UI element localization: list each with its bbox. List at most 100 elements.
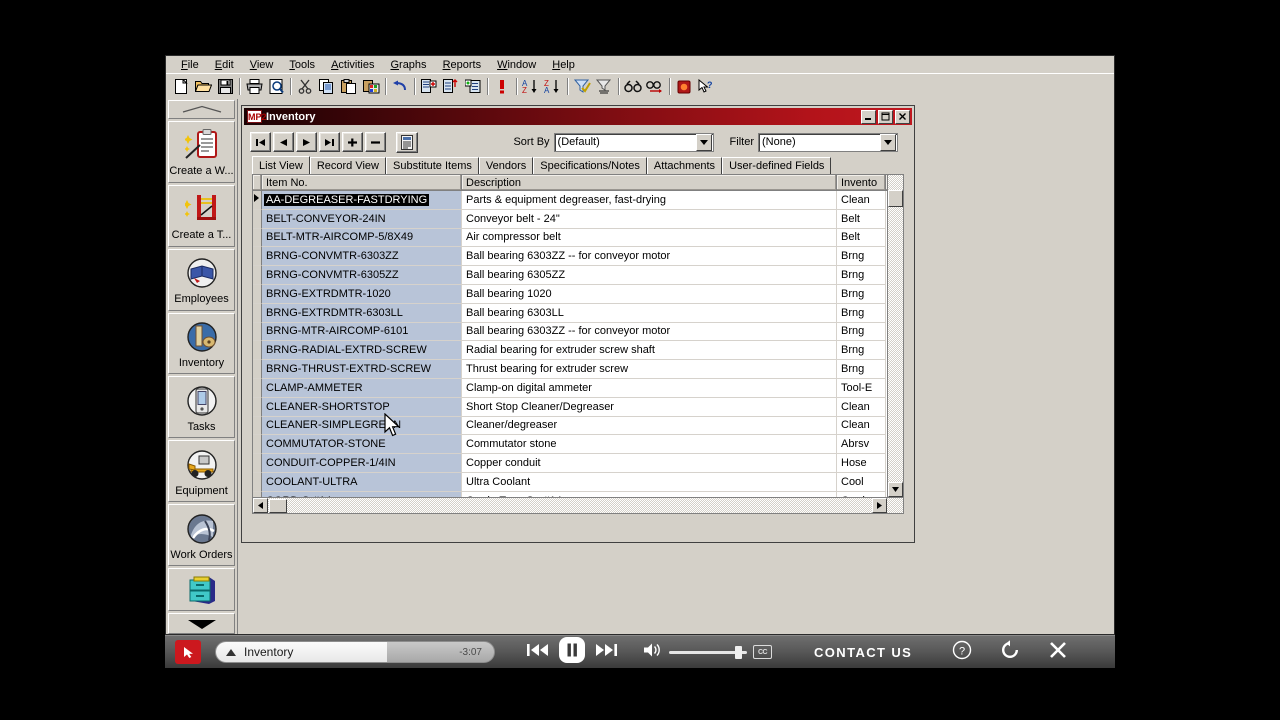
menu-reports[interactable]: Reports xyxy=(436,58,489,72)
cell-item-no[interactable]: CONDUIT-COPPER-1/4IN xyxy=(262,454,462,473)
row-marker-cell[interactable] xyxy=(253,191,262,210)
row-marker-cell[interactable] xyxy=(253,435,262,455)
table-row[interactable]: COOLANT-ULTRA Ultra Coolant Cool xyxy=(253,472,903,492)
cell-inventory-type[interactable]: Tool-E xyxy=(837,378,886,398)
table-row[interactable]: BRNG-THRUST-EXTRD-SCREW Thrust bearing fo… xyxy=(253,360,903,379)
tab-list-view[interactable]: List View xyxy=(252,156,310,174)
table-row[interactable]: CLEANER-SIMPLEGREEN Cleaner/degreaser Clea… xyxy=(253,416,903,436)
cell-item-no[interactable]: BRNG-RADIAL-EXTRD-SCREW xyxy=(262,341,462,361)
cell-inventory-type[interactable]: Brng xyxy=(837,284,886,304)
table-row[interactable]: CONDUIT-COPPER-1/4IN Copper conduit Hose xyxy=(253,454,903,473)
print-icon[interactable] xyxy=(243,76,265,97)
cell-description[interactable]: Ball bearing 1020 xyxy=(462,284,837,304)
cell-description[interactable]: Ball bearing 6305ZZ xyxy=(462,266,837,285)
cell-inventory-type[interactable]: Clean xyxy=(837,416,886,436)
filter-icon[interactable] xyxy=(571,76,593,97)
cell-description[interactable]: Cleaner/degreaser xyxy=(462,416,837,436)
notes-button[interactable] xyxy=(396,131,418,153)
cell-description[interactable]: Commutator stone xyxy=(462,435,837,455)
cell-description[interactable]: Ultra Coolant xyxy=(462,472,837,492)
cell-inventory-type[interactable]: Brng xyxy=(837,360,886,379)
cell-item-no[interactable]: CLAMP-AMMETER xyxy=(262,378,462,398)
cell-item-no[interactable]: CLEANER-SHORTSTOP xyxy=(262,397,462,417)
scrollbar-down-button[interactable] xyxy=(888,482,903,497)
sidebar-item-file-cabinet[interactable] xyxy=(168,568,235,612)
close-x-icon[interactable] xyxy=(1048,640,1068,665)
new-icon[interactable] xyxy=(170,76,192,97)
alert-icon[interactable] xyxy=(491,76,513,97)
print-preview-icon[interactable] xyxy=(265,76,287,97)
tab-record-view[interactable]: Record View xyxy=(309,157,386,174)
scroll-down-chevron-icon[interactable] xyxy=(168,613,235,634)
row-marker-cell[interactable] xyxy=(253,228,262,248)
chevron-down-icon[interactable] xyxy=(880,133,896,151)
save-icon[interactable] xyxy=(214,76,236,97)
chevron-down-icon[interactable] xyxy=(695,133,712,151)
cell-item-no[interactable]: BELT-CONVEYOR-24IN xyxy=(262,209,462,229)
sidebar-item-tasks[interactable]: Tasks xyxy=(168,376,235,439)
cell-description[interactable]: Copper conduit xyxy=(462,454,837,473)
menu-view[interactable]: View xyxy=(243,58,281,72)
delete-record-button[interactable] xyxy=(365,132,386,152)
cell-inventory-type[interactable]: Abrsv xyxy=(837,435,886,455)
cell-description[interactable]: Clamp-on digital ammeter xyxy=(462,378,837,398)
tab-substitute-items[interactable]: Substitute Items xyxy=(386,157,479,174)
youtube-logo-icon[interactable] xyxy=(175,640,201,664)
grid-header-description[interactable]: Description xyxy=(462,175,837,190)
sidebar-item-create-a-task[interactable]: Create a T... xyxy=(168,184,235,247)
cell-inventory-type[interactable]: Belt xyxy=(837,228,886,248)
menu-activities[interactable]: Activities xyxy=(324,58,381,72)
grid-header-item-no[interactable]: Item No. xyxy=(262,175,462,190)
table-row[interactable]: BRNG-RADIAL-EXTRD-SCREW Radial bearing fo… xyxy=(253,341,903,361)
record-insert-icon[interactable] xyxy=(462,76,484,97)
sidebar-item-work-orders[interactable]: Work Orders xyxy=(168,504,235,567)
volume-icon[interactable] xyxy=(643,642,663,663)
cell-item-no[interactable]: BRNG-EXTRDMTR-1020 xyxy=(262,284,462,304)
cell-inventory-type[interactable]: Brng xyxy=(837,303,886,323)
grid-header-inventory[interactable]: Invento xyxy=(837,175,886,190)
tab-vendors[interactable]: Vendors xyxy=(478,157,534,174)
scrollbar-thumb-vertical[interactable] xyxy=(888,190,903,207)
cell-inventory-type[interactable]: Brng xyxy=(837,247,886,267)
closed-captions-button[interactable]: CC xyxy=(753,645,772,659)
previous-track-icon[interactable] xyxy=(527,642,549,663)
cell-inventory-type[interactable]: Brng xyxy=(837,266,886,285)
sort-descending-icon[interactable]: ZA xyxy=(542,76,564,97)
sidebar-item-employees[interactable]: Employees xyxy=(168,248,235,311)
table-row[interactable]: BRNG-MTR-AIRCOMP-6101 Ball bearing 6303ZZ… xyxy=(253,322,903,342)
table-row[interactable]: CLEANER-SHORTSTOP Short Stop Cleaner/Degr… xyxy=(253,397,903,417)
sort-ascending-icon[interactable]: AZ xyxy=(520,76,542,97)
menu-help[interactable]: Help xyxy=(545,58,582,72)
cell-item-no[interactable]: COOLANT-ULTRA xyxy=(262,472,462,492)
cell-inventory-type[interactable]: Clean xyxy=(837,397,886,417)
row-marker-cell[interactable] xyxy=(253,360,262,379)
sidebar-item-create-a-wo[interactable]: Create a W... xyxy=(168,120,235,183)
minimize-button[interactable] xyxy=(861,109,876,124)
volume-slider[interactable] xyxy=(669,645,747,659)
first-record-button[interactable] xyxy=(250,132,271,152)
cell-inventory-type[interactable]: Hose xyxy=(837,454,886,473)
sidebar-item-inventory[interactable]: Inventory xyxy=(168,312,235,375)
cell-description[interactable]: Radial bearing for extruder screw shaft xyxy=(462,341,837,361)
undo-icon[interactable] xyxy=(389,76,411,97)
cell-item-no[interactable]: BRNG-EXTRDMTR-6303LL xyxy=(262,303,462,323)
menu-tools[interactable]: Tools xyxy=(282,58,322,72)
cell-description[interactable]: Ball bearing 6303LL xyxy=(462,303,837,323)
table-row[interactable]: BRNG-CONVMTR-6305ZZ Ball bearing 6305ZZ Br… xyxy=(253,266,903,285)
cell-description[interactable]: Thrust bearing for extruder screw xyxy=(462,360,837,379)
paste-special-icon[interactable] xyxy=(360,76,382,97)
cell-inventory-type[interactable]: Belt xyxy=(837,209,886,229)
add-record-button[interactable] xyxy=(342,132,363,152)
expand-triangle-icon[interactable] xyxy=(226,648,236,656)
replay-icon[interactable] xyxy=(1000,639,1020,665)
row-marker-cell[interactable] xyxy=(253,266,262,285)
record-edit-icon[interactable] xyxy=(440,76,462,97)
row-marker-cell[interactable] xyxy=(253,472,262,492)
maximize-button[interactable] xyxy=(878,109,893,124)
contact-us-button[interactable]: CONTACT US xyxy=(814,645,912,660)
table-row[interactable]: BELT-CONVEYOR-24IN Conveyor belt - 24" Bel… xyxy=(253,209,903,229)
cell-item-no[interactable]: BRNG-THRUST-EXTRD-SCREW xyxy=(262,360,462,379)
cell-description[interactable]: Air compressor belt xyxy=(462,228,837,248)
tab-specifications-notes[interactable]: Specifications/Notes xyxy=(533,157,647,174)
row-marker-cell[interactable] xyxy=(253,341,262,361)
